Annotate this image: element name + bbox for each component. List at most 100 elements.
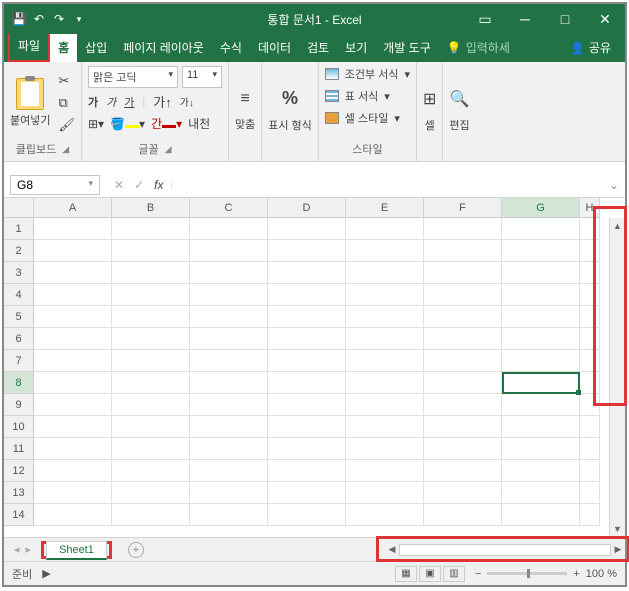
cell[interactable] [502,504,580,526]
new-sheet-button[interactable]: + [128,542,144,558]
table-format-button[interactable]: 표 서식 ▾ [325,88,390,104]
editing-icon[interactable]: 🔍 [450,89,470,109]
cell[interactable] [268,460,346,482]
cell[interactable] [190,328,268,350]
cell[interactable] [346,394,424,416]
cell[interactable] [424,350,502,372]
cell[interactable] [268,262,346,284]
cell[interactable] [34,372,112,394]
tab-page-layout[interactable]: 페이지 레이아웃 [115,33,212,62]
underline-button[interactable]: 가 [124,94,134,110]
cell[interactable] [346,482,424,504]
row-header[interactable]: 7 [4,350,34,372]
tab-developer[interactable]: 개발 도구 [375,33,439,62]
share-button[interactable]: 👤공유 [560,33,621,62]
cell[interactable] [268,284,346,306]
cell[interactable] [34,328,112,350]
cell[interactable] [424,372,502,394]
cell[interactable] [346,504,424,526]
row-header[interactable]: 14 [4,504,34,526]
cell[interactable] [502,438,580,460]
borders-button[interactable]: ⊞▾ [88,117,104,131]
cell[interactable] [268,328,346,350]
align-icon[interactable]: ≡ [240,90,249,108]
accept-formula-icon[interactable]: ✓ [134,178,144,192]
dialog-launcher-icon[interactable]: ◢ [62,144,69,155]
ribbon-display-icon[interactable]: ▭ [465,4,505,34]
cell[interactable] [580,350,600,372]
cell[interactable] [34,262,112,284]
cell[interactable] [502,482,580,504]
cell[interactable] [190,482,268,504]
horizontal-scrollbar[interactable]: ◀ ▶ [385,542,625,558]
grow-font-icon[interactable]: 가↑ [153,92,171,111]
cell[interactable] [580,306,600,328]
worksheet-grid[interactable]: ABCDEFGH1234567891011121314 ▲ ▼ [4,198,625,537]
cell[interactable] [424,306,502,328]
view-page-layout-icon[interactable]: ▣ [419,566,441,582]
cell[interactable] [346,328,424,350]
cell[interactable] [424,394,502,416]
font-size-combo[interactable]: 11▾ [182,66,222,88]
row-header[interactable]: 4 [4,284,34,306]
cell[interactable] [112,504,190,526]
cell[interactable] [346,416,424,438]
cell[interactable] [34,394,112,416]
cell[interactable] [346,218,424,240]
cell[interactable] [34,350,112,372]
fill-color-button[interactable]: 🪣▾ [110,117,145,131]
cell[interactable] [346,306,424,328]
cell[interactable] [580,262,600,284]
bold-button[interactable]: 가 [88,94,98,110]
row-header[interactable]: 2 [4,240,34,262]
cell[interactable] [346,240,424,262]
cell[interactable] [112,350,190,372]
select-all-corner[interactable] [4,198,34,218]
cell[interactable] [112,438,190,460]
percent-icon[interactable]: % [282,88,298,109]
cell[interactable] [346,262,424,284]
cell[interactable] [268,482,346,504]
cell[interactable] [268,416,346,438]
scroll-down-icon[interactable]: ▼ [610,521,625,537]
save-icon[interactable]: 💾 [12,12,26,26]
format-painter-icon[interactable]: 🖌 [58,117,75,133]
column-header[interactable]: E [346,198,424,218]
zoom-in-icon[interactable]: + [573,568,579,580]
cell[interactable] [190,306,268,328]
cell[interactable] [34,482,112,504]
cell[interactable] [502,240,580,262]
zoom-out-icon[interactable]: − [475,568,481,580]
cell[interactable] [268,218,346,240]
cell[interactable] [34,416,112,438]
zoom-level[interactable]: 100 % [586,568,617,580]
cell[interactable] [502,306,580,328]
italic-button[interactable]: 가 [106,94,116,110]
tab-view[interactable]: 보기 [337,33,375,62]
row-header[interactable]: 9 [4,394,34,416]
cell[interactable] [190,438,268,460]
cell[interactable] [190,394,268,416]
cell[interactable] [580,438,600,460]
copy-icon[interactable]: ⧉ [58,95,75,111]
cell[interactable] [502,284,580,306]
cell[interactable] [268,438,346,460]
cell[interactable] [112,372,190,394]
cell[interactable] [580,372,600,394]
cell[interactable] [346,460,424,482]
cell[interactable] [190,372,268,394]
cell[interactable] [34,460,112,482]
cell[interactable] [190,262,268,284]
cell[interactable] [112,394,190,416]
cell[interactable] [268,240,346,262]
cell[interactable] [34,306,112,328]
cell[interactable] [190,240,268,262]
cell[interactable] [346,350,424,372]
align-button[interactable]: 맞춤 [235,116,255,132]
cell[interactable] [190,350,268,372]
column-header[interactable]: F [424,198,502,218]
cell[interactable] [502,394,580,416]
cell[interactable] [424,218,502,240]
cell[interactable] [580,240,600,262]
shrink-font-icon[interactable]: 가↓ [180,94,194,109]
